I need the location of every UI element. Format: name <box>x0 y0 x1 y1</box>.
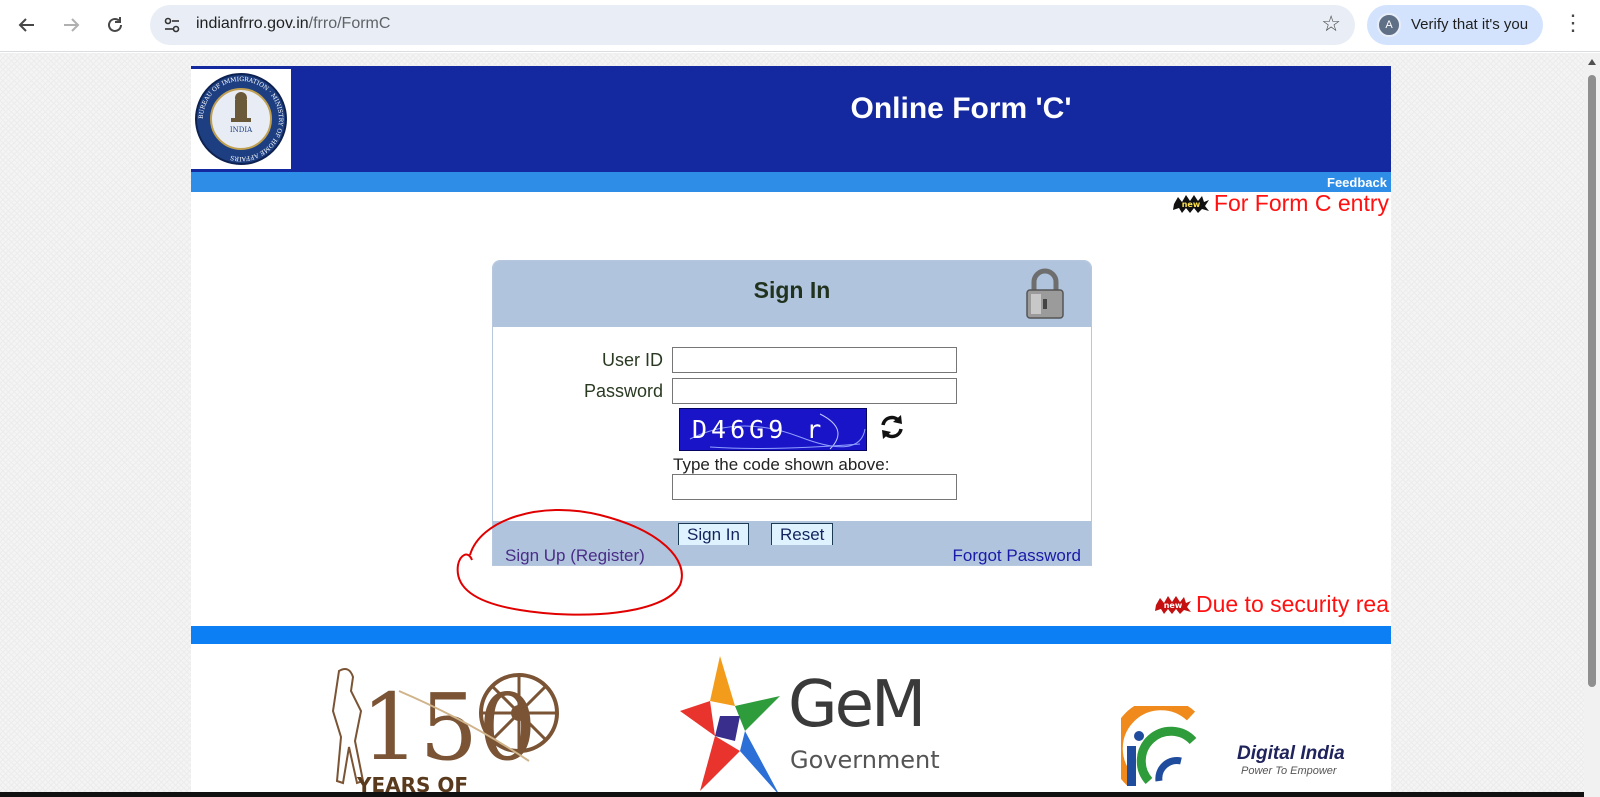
profile-chip[interactable]: A Verify that it's you <box>1367 5 1543 45</box>
sign-in-header: Sign In <box>493 261 1091 327</box>
gem-logo: GeM Government <box>680 656 940 797</box>
link-bar: Sign Up (Register) Forgot Password <box>493 545 1091 565</box>
reload-icon <box>108 17 122 32</box>
password-input[interactable] <box>672 378 957 404</box>
sign-in-panel: Sign In User ID Password D46G9 r Type th… <box>492 260 1092 566</box>
feedback-bar: Feedback <box>191 172 1391 192</box>
url-path: /frro/FormC <box>308 15 391 32</box>
bookmark-star-icon[interactable]: ☆ <box>1321 13 1341 35</box>
bureau-emblem-logo: INDIA BUREAU OF IMMIGRATION · MINISTRY O… <box>191 69 291 169</box>
sign-in-button[interactable]: Sign In <box>678 523 749 547</box>
taskbar-edge <box>0 792 1584 797</box>
refresh-captcha-icon[interactable] <box>879 413 905 441</box>
gem-subtitle: Government <box>790 746 940 774</box>
reload-button[interactable] <box>98 8 132 42</box>
forward-button[interactable] <box>54 8 88 42</box>
sign-in-title: Sign In <box>753 277 831 303</box>
vertical-scrollbar[interactable] <box>1584 53 1600 797</box>
ticker-text[interactable]: For Form C entry <box>1214 190 1389 217</box>
back-arrow-icon <box>18 18 34 32</box>
sign-up-link[interactable]: Sign Up (Register) <box>505 546 645 565</box>
user-id-input[interactable] <box>672 347 957 373</box>
url-host: indianfrro.gov.in <box>196 15 309 32</box>
lock-icon <box>1026 268 1064 319</box>
captcha-image: D46G9 r <box>679 408 867 451</box>
captcha-hint: Type the code shown above: <box>673 455 890 474</box>
site-header: INDIA BUREAU OF IMMIGRATION · MINISTRY O… <box>191 66 1391 172</box>
reset-button[interactable]: Reset <box>771 523 834 547</box>
back-button[interactable] <box>10 8 44 42</box>
button-bar: Sign In Reset <box>493 521 1091 547</box>
gandhi-150-logo: 150 YEARS OF <box>309 661 569 797</box>
site-info-icon[interactable] <box>160 13 184 37</box>
password-label: Password <box>583 381 663 401</box>
scroll-up-arrow-icon[interactable] <box>1588 59 1596 65</box>
page-title: Online Form 'C' <box>850 92 1072 125</box>
new-badge-icon: new <box>1154 595 1191 614</box>
captcha-code: D46G9 r <box>692 415 826 444</box>
news-ticker-top[interactable]: new For Form C entry <box>1172 190 1389 217</box>
scroll-thumb[interactable] <box>1588 75 1596 687</box>
emblem-center-text: INDIA <box>230 126 253 134</box>
news-ticker-bottom[interactable]: new Due to security rea <box>1154 591 1389 618</box>
svg-text:new: new <box>1164 601 1183 610</box>
profile-label: Verify that it's you <box>1411 16 1529 33</box>
digital-india-logo: Digital India Power To Empower <box>1110 698 1345 791</box>
ticker-text[interactable]: Due to security rea <box>1196 591 1389 618</box>
captcha-input[interactable] <box>672 474 957 500</box>
svg-text:new: new <box>1182 200 1201 209</box>
avatar: A <box>1377 13 1401 37</box>
digital-india-title: Digital India <box>1237 743 1345 764</box>
user-id-label: User ID <box>601 350 663 370</box>
footer-divider <box>191 626 1391 644</box>
gem-name: GeM <box>788 668 926 742</box>
forward-arrow-icon <box>64 18 80 32</box>
browser-toolbar: indianfrro.gov.in/frro/FormC ☆ A Verify … <box>0 0 1600 52</box>
more-menu-icon[interactable]: ⋮ <box>1562 12 1584 34</box>
new-badge-icon: new <box>1172 194 1209 213</box>
digital-india-tagline: Power To Empower <box>1241 765 1337 777</box>
address-bar[interactable]: indianfrro.gov.in/frro/FormC ☆ <box>150 5 1355 45</box>
url-text: indianfrro.gov.in/frro/FormC <box>196 15 390 33</box>
page-content: INDIA BUREAU OF IMMIGRATION · MINISTRY O… <box>191 66 1391 797</box>
forgot-password-link[interactable]: Forgot Password <box>953 546 1082 565</box>
feedback-link[interactable]: Feedback <box>1327 175 1387 190</box>
gandhi-number: 150 <box>361 674 537 781</box>
